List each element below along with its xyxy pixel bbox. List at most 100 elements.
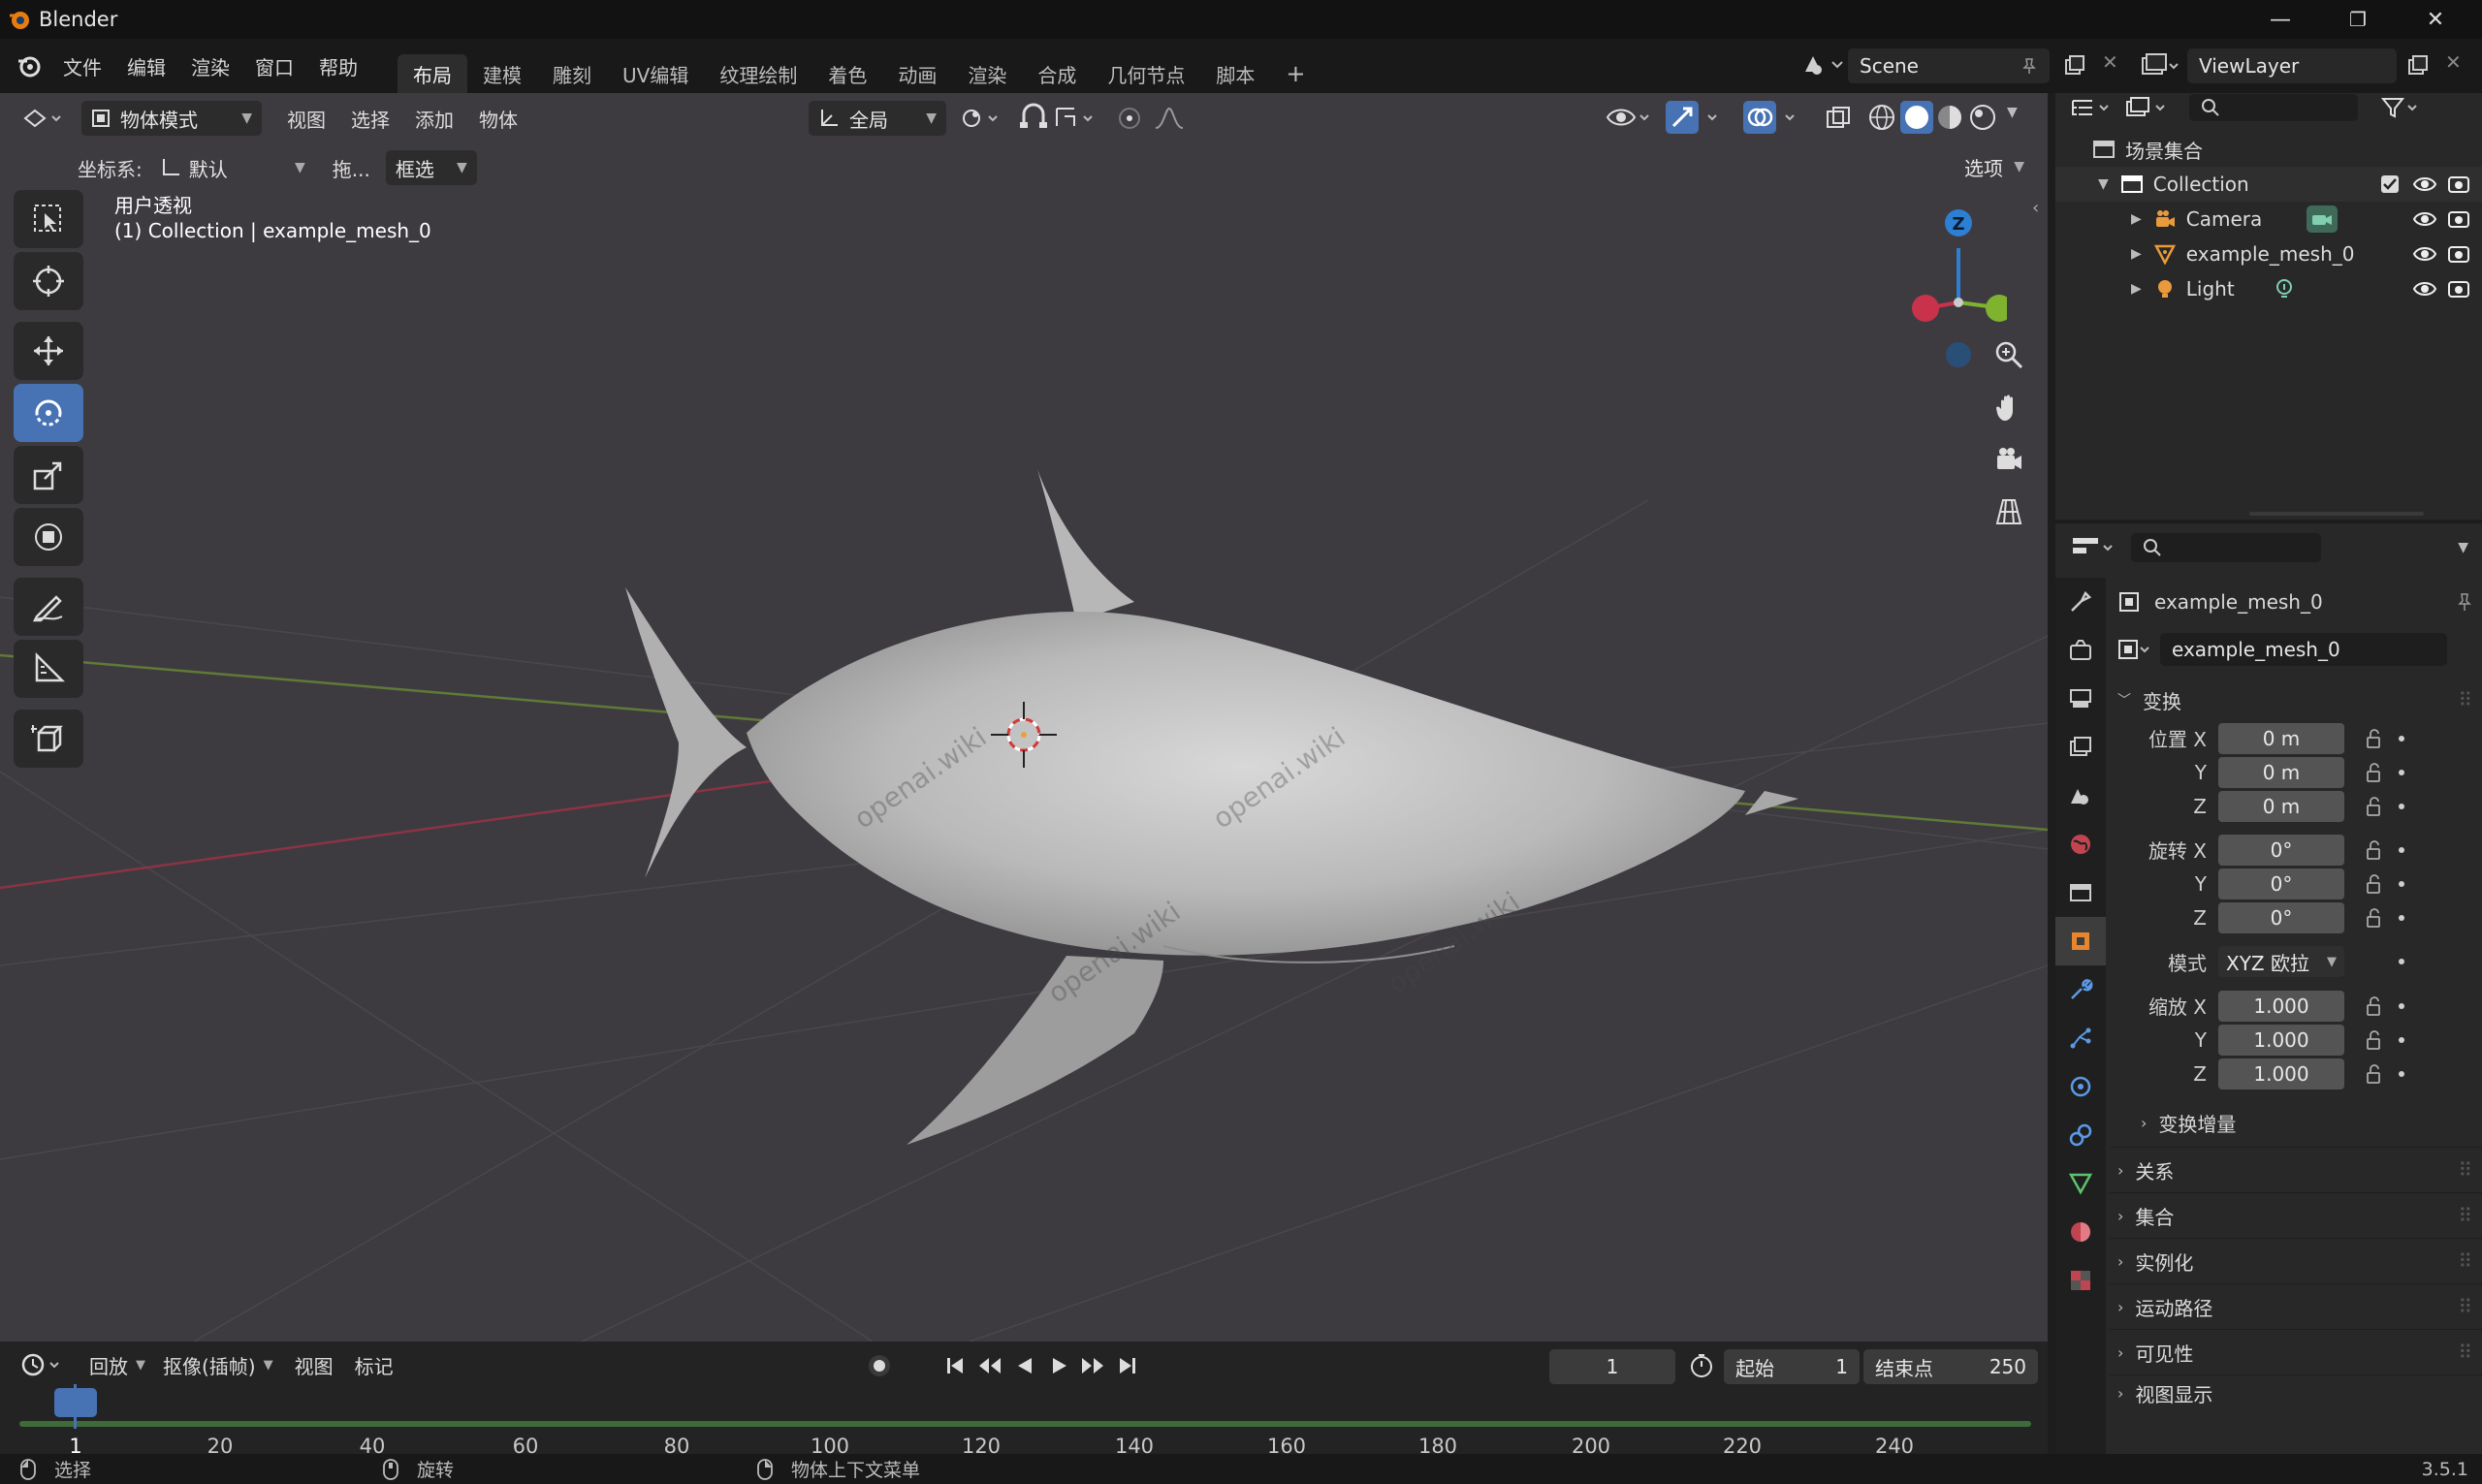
- keyframe-dot-icon[interactable]: [2399, 914, 2404, 921]
- select-box-tool[interactable]: [14, 190, 83, 248]
- snap-target-icon[interactable]: [1055, 105, 1099, 132]
- outliner-item-mesh[interactable]: ▶ example_mesh_0: [2055, 237, 2482, 271]
- material-tab-icon[interactable]: [2055, 1208, 2106, 1256]
- delete-scene-icon[interactable]: ✕: [2102, 50, 2118, 74]
- rotation-z-field[interactable]: 0°: [2218, 901, 2344, 933]
- exclude-checkbox-icon[interactable]: [2379, 174, 2401, 195]
- prev-keyframe-icon[interactable]: [977, 1355, 1002, 1376]
- collection-tab-icon[interactable]: [2055, 868, 2106, 917]
- menu-object[interactable]: 物体: [479, 105, 518, 133]
- expand-arrow-icon[interactable]: ▶: [2131, 246, 2142, 262]
- shading-options-icon[interactable]: ▼: [2007, 105, 2018, 120]
- record-icon[interactable]: [867, 1353, 892, 1378]
- menu-window[interactable]: 窗口: [242, 39, 306, 93]
- 3d-viewport[interactable]: openai.wiki openai.wiki openai.wiki open…: [0, 93, 2048, 1342]
- camera-render-icon[interactable]: [2447, 243, 2470, 265]
- tab-texture-paint[interactable]: 纹理绘制: [704, 54, 812, 93]
- scene-field[interactable]: Scene: [1848, 48, 2050, 83]
- drag-handle-icon[interactable]: ⠿: [2458, 1249, 2472, 1273]
- keyframe-dot-icon[interactable]: [2399, 959, 2404, 964]
- keyframe-dot-icon[interactable]: [2399, 769, 2404, 775]
- tab-uv-editing[interactable]: UV编辑: [607, 54, 704, 93]
- tab-layout[interactable]: 布局: [398, 54, 467, 93]
- modifier-tab-icon[interactable]: [2055, 965, 2106, 1014]
- pivot-point-icon[interactable]: [960, 105, 1004, 132]
- drag-handle-icon[interactable]: ⠿: [2458, 1158, 2472, 1182]
- camera-render-icon[interactable]: [2447, 278, 2470, 300]
- menu-render[interactable]: 渲染: [178, 39, 242, 93]
- tab-scripting[interactable]: 脚本: [1200, 54, 1270, 93]
- lock-icon[interactable]: [2364, 907, 2385, 929]
- measure-tool[interactable]: [14, 640, 83, 698]
- filter-icon[interactable]: [2381, 96, 2420, 119]
- options-dropdown[interactable]: 选项 ▼: [1955, 149, 2034, 184]
- texture-tab-icon[interactable]: [2055, 1256, 2106, 1305]
- camera-render-icon[interactable]: [2447, 174, 2470, 195]
- jump-end-icon[interactable]: [1117, 1355, 1138, 1376]
- constraints-tab-icon[interactable]: [2055, 1111, 2106, 1159]
- menu-timeline-view[interactable]: 视图: [295, 1351, 334, 1379]
- proportional-edit-icon[interactable]: [1115, 105, 1144, 132]
- next-keyframe-icon[interactable]: [1080, 1355, 1105, 1376]
- eye-icon[interactable]: [2412, 208, 2437, 230]
- scene-icon[interactable]: [1801, 50, 1844, 79]
- object-name-input[interactable]: example_mesh_0: [2160, 633, 2447, 666]
- location-y-field[interactable]: 0 m: [2218, 756, 2344, 788]
- outliner-scrollbar[interactable]: [2249, 512, 2424, 516]
- rotate-tool[interactable]: [14, 384, 83, 442]
- blender-menu-icon[interactable]: [16, 52, 43, 79]
- object-tab-icon[interactable]: [2055, 917, 2106, 965]
- new-view-layer-icon[interactable]: [2406, 54, 2430, 78]
- play-icon[interactable]: [1049, 1355, 1070, 1376]
- expand-arrow-icon[interactable]: ▼: [2098, 176, 2109, 192]
- scale-x-field[interactable]: 1.000: [2218, 990, 2344, 1022]
- delete-view-layer-icon[interactable]: ✕: [2445, 50, 2462, 74]
- render-tab-icon[interactable]: [2055, 626, 2106, 675]
- timeline-editor-icon[interactable]: [19, 1351, 64, 1378]
- tool-tab-icon[interactable]: [2055, 578, 2106, 626]
- expand-arrow-icon[interactable]: ▶: [2131, 281, 2142, 297]
- current-frame-field[interactable]: 1: [1549, 1349, 1675, 1384]
- camera-render-icon[interactable]: [2447, 208, 2470, 230]
- cursor-tool[interactable]: [14, 252, 83, 310]
- location-z-field[interactable]: 0 m: [2218, 790, 2344, 822]
- visibility-icon[interactable]: [1606, 103, 1652, 132]
- tab-modeling[interactable]: 建模: [467, 54, 537, 93]
- scale-tool[interactable]: [14, 446, 83, 504]
- transform-panel-header[interactable]: ﹀ 变换 ⠿: [2110, 679, 2482, 721]
- expand-arrow-icon[interactable]: ›: [2117, 1384, 2123, 1403]
- pin-icon[interactable]: [2021, 57, 2038, 75]
- zoom-icon[interactable]: [1986, 332, 2032, 378]
- scale-y-field[interactable]: 1.000: [2218, 1024, 2344, 1056]
- overlays-toggle-icon[interactable]: [1743, 101, 1805, 134]
- transform-tool[interactable]: [14, 508, 83, 566]
- motion-paths-panel[interactable]: › 运动路径 ⠿: [2110, 1283, 2482, 1329]
- properties-editor-icon[interactable]: [2071, 534, 2116, 561]
- editor-type-icon[interactable]: [21, 105, 66, 132]
- gizmo-toggle-icon[interactable]: [1666, 101, 1728, 134]
- shading-rendered-icon[interactable]: [1968, 103, 1997, 132]
- collapse-arrow-icon[interactable]: ﹀: [2117, 690, 2131, 710]
- keyframe-dot-icon[interactable]: [2399, 803, 2404, 809]
- play-reverse-icon[interactable]: [1014, 1355, 1035, 1376]
- lock-icon[interactable]: [2364, 873, 2385, 895]
- keyframe-dot-icon[interactable]: [2399, 1070, 2404, 1077]
- sidebar-toggle-icon[interactable]: ‹: [2032, 198, 2039, 218]
- perspective-toggle-icon[interactable]: [1986, 489, 2032, 535]
- view-layer-icon[interactable]: [2141, 52, 2180, 79]
- tab-compositing[interactable]: 合成: [1022, 54, 1092, 93]
- menu-marker[interactable]: 标记: [355, 1351, 394, 1379]
- tab-rendering[interactable]: 渲染: [952, 54, 1022, 93]
- lock-icon[interactable]: [2364, 995, 2385, 1017]
- rotation-mode-dropdown[interactable]: XYZ 欧拉 ▼: [2218, 946, 2344, 977]
- scene-tab-icon[interactable]: [2055, 772, 2106, 820]
- drag-dropdown[interactable]: 框选 ▼: [385, 150, 477, 185]
- snap-icon[interactable]: [1018, 103, 1051, 132]
- menu-add[interactable]: 添加: [415, 105, 454, 133]
- view-layer-field[interactable]: ViewLayer: [2187, 48, 2397, 83]
- menu-playback[interactable]: 回放: [89, 1351, 128, 1379]
- visibility-panel[interactable]: › 可见性 ⠿: [2110, 1329, 2482, 1374]
- outliner[interactable]: 场景集合 ▼ Collection ▶ Camera ▶ example_mes…: [2055, 93, 2482, 520]
- expand-arrow-icon[interactable]: ›: [2117, 1298, 2123, 1316]
- eye-icon[interactable]: [2412, 174, 2437, 195]
